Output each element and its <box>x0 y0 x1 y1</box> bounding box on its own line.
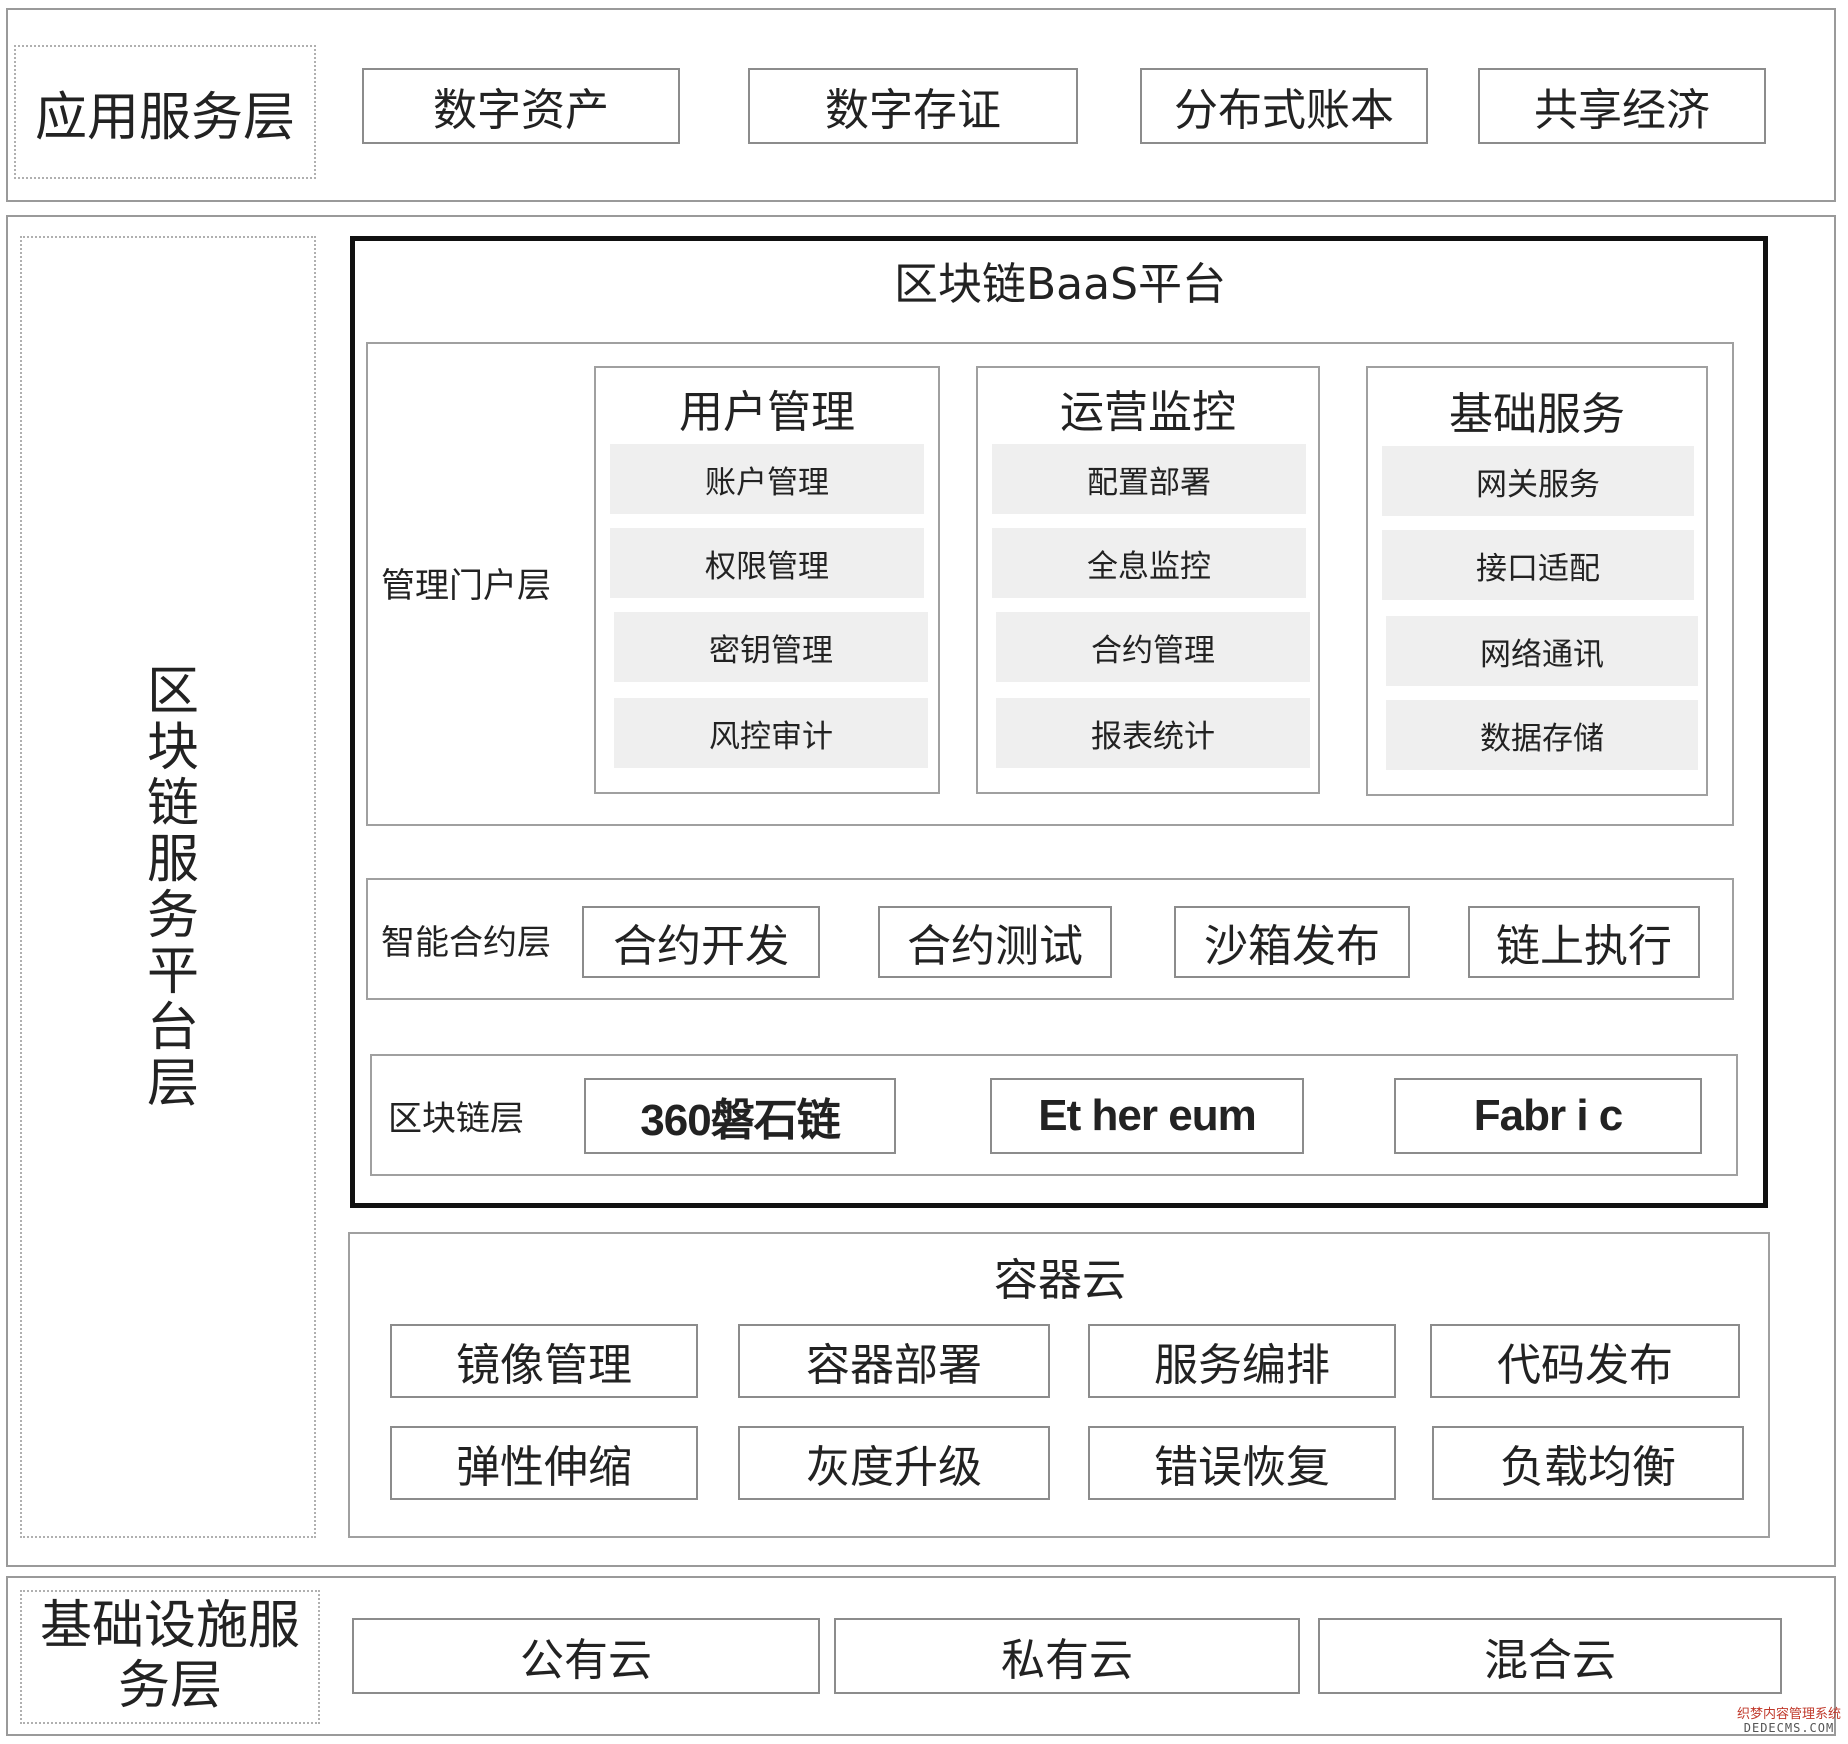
group-item: 合约管理 <box>996 612 1310 682</box>
private-cloud: 私有云 <box>834 1618 1300 1694</box>
infra-layer-title-box: 基础设施服 务层 <box>20 1590 320 1724</box>
portal-layer-label: 管理门户层 <box>381 565 551 606</box>
group-item: 数据存储 <box>1386 700 1698 770</box>
app-item-digital-evidence: 数字存证 <box>748 68 1078 144</box>
public-cloud: 公有云 <box>352 1618 820 1694</box>
chain-fabric: Fabr i c <box>1394 1078 1702 1154</box>
app-item-digital-asset: 数字资产 <box>362 68 680 144</box>
smart-contract-layer-label: 智能合约层 <box>381 922 551 963</box>
baas-platform-title: 区块链BaaS平台 <box>893 259 1227 310</box>
platform-layer-title: 区块链服务平台层 <box>137 663 198 1111</box>
hybrid-cloud: 混合云 <box>1318 1618 1782 1694</box>
watermark-line2: DEDECMS.COM <box>1743 1720 1835 1735</box>
group-item: 账户管理 <box>610 444 924 514</box>
user-management-title: 用户管理 <box>679 387 855 438</box>
container-item: 灰度升级 <box>738 1426 1050 1500</box>
group-item: 网络通讯 <box>1386 616 1698 686</box>
operations-monitoring-title: 运营监控 <box>1060 387 1236 438</box>
app-item-sharing-economy: 共享经济 <box>1478 68 1766 144</box>
infra-layer-title-line2: 务层 <box>117 1656 222 1716</box>
infra-layer-title-line1: 基础设施服 <box>39 1596 300 1657</box>
group-item: 网关服务 <box>1382 446 1694 516</box>
blockchain-layer-label: 区块链层 <box>388 1098 524 1139</box>
app-item-distributed-ledger: 分布式账本 <box>1140 68 1428 144</box>
container-item: 服务编排 <box>1088 1324 1396 1398</box>
watermark-line1: 织梦内容管理系统 <box>1736 1707 1841 1722</box>
container-item: 负载均衡 <box>1432 1426 1744 1500</box>
group-item: 配置部署 <box>992 444 1306 514</box>
container-cloud-title: 容器云 <box>994 1255 1126 1306</box>
watermark: 织梦内容管理系统 DEDECMS.COM <box>1734 1708 1844 1742</box>
container-item: 容器部署 <box>738 1324 1050 1398</box>
on-chain-execution: 链上执行 <box>1468 906 1700 978</box>
platform-layer-title-box: 区块链服务平台层 <box>20 236 316 1538</box>
app-layer-title: 应用服务层 <box>14 45 316 179</box>
container-item: 弹性伸缩 <box>390 1426 698 1500</box>
group-item: 接口适配 <box>1382 530 1694 600</box>
container-item: 镜像管理 <box>390 1324 698 1398</box>
group-item: 全息监控 <box>992 528 1306 598</box>
group-item: 报表统计 <box>996 698 1310 768</box>
basic-services-title: 基础服务 <box>1449 389 1625 440</box>
group-item: 权限管理 <box>610 528 924 598</box>
container-item: 错误恢复 <box>1088 1426 1396 1500</box>
chain-360-panshi: 360磐石链 <box>584 1078 896 1154</box>
chain-ethereum: Et her eum <box>990 1078 1304 1154</box>
container-item: 代码发布 <box>1430 1324 1740 1398</box>
group-item: 密钥管理 <box>614 612 928 682</box>
sandbox-release: 沙箱发布 <box>1174 906 1410 978</box>
group-item: 风控审计 <box>614 698 928 768</box>
contract-develop: 合约开发 <box>582 906 820 978</box>
contract-test: 合约测试 <box>878 906 1112 978</box>
